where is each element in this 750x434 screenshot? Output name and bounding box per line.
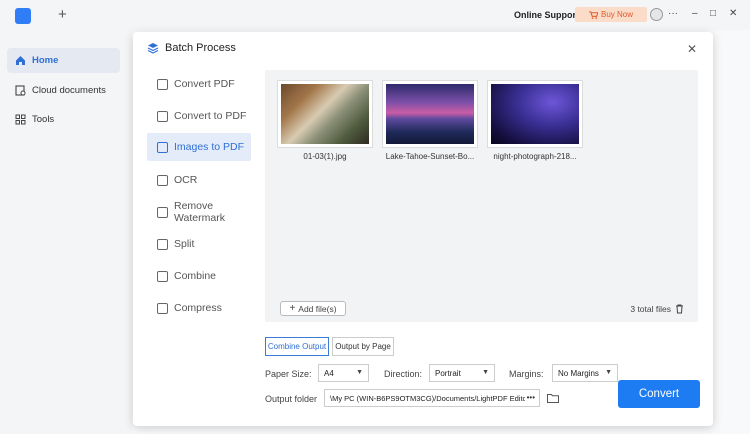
margins-label: Margins: <box>509 369 544 379</box>
output-folder-input[interactable]: \My PC (WIN-B6PS9OTM3CG)/Documents/Light… <box>324 389 540 407</box>
margins-select[interactable]: No Margins ▼ <box>552 364 618 382</box>
sidebar-item-label: Home <box>32 55 59 66</box>
file-name: 01-03(1).jpg <box>303 152 347 161</box>
add-files-label: Add file(s) <box>298 303 337 314</box>
image-preview <box>386 84 474 144</box>
file-thumbnail[interactable] <box>382 80 478 148</box>
folder-icon[interactable] <box>547 393 559 403</box>
dialog-title: Batch Process <box>165 42 236 54</box>
paper-size-label: Paper Size: <box>265 369 312 379</box>
sidebar: Home Cloud documents Tools <box>0 30 130 434</box>
menu-item-label: Split <box>174 238 195 250</box>
plus-icon: + <box>289 303 296 314</box>
compress-icon <box>157 302 168 314</box>
direction-value: Portrait <box>435 368 461 378</box>
layers-icon <box>147 43 159 54</box>
menu-item-label: Remove Watermark <box>174 200 225 224</box>
minimize-button[interactable]: – <box>692 7 698 21</box>
file-name: Lake-Tahoe-Sunset-Bo... <box>385 152 475 161</box>
output-folder-value: \My PC (WIN-B6PS9OTM3CG)/Documents/Light… <box>330 393 530 403</box>
file-name: night-photograph-218... <box>493 152 577 161</box>
tab-combine-output[interactable]: Combine Output <box>265 337 329 356</box>
app-logo-icon <box>15 8 31 24</box>
chevron-down-icon: ▼ <box>605 369 612 376</box>
convert-button[interactable]: Convert <box>618 380 700 408</box>
menu-item-convert-to-pdf[interactable]: Convert to PDF <box>147 102 251 130</box>
menu-item-compress[interactable]: Compress <box>147 294 251 322</box>
online-support-link[interactable]: Online Support <box>514 10 579 20</box>
menu-item-combine[interactable]: Combine <box>147 262 251 290</box>
more-menu-button[interactable]: ··· <box>668 7 678 21</box>
total-files-label: 3 total files <box>630 304 671 314</box>
avatar[interactable] <box>650 8 663 21</box>
total-files: 3 total files <box>630 304 684 314</box>
menu-item-images-to-pdf[interactable]: Images to PDF <box>147 133 251 161</box>
tab-output-by-page[interactable]: Output by Page <box>332 337 394 356</box>
sidebar-item-tools[interactable]: Tools <box>7 107 120 132</box>
buy-now-label: Buy Now <box>600 10 633 19</box>
menu-item-remove-watermark[interactable]: Remove Watermark <box>147 196 251 228</box>
dialog-close-button[interactable]: ✕ <box>687 42 697 56</box>
close-window-button[interactable]: ✕ <box>729 7 737 21</box>
convert-pdf-icon <box>157 78 168 90</box>
menu-item-label: Convert to PDF <box>174 110 247 122</box>
paper-size-value: A4 <box>324 368 334 378</box>
menu-item-label: OCR <box>174 174 198 186</box>
margins-value: No Margins <box>558 368 599 378</box>
browse-more-button[interactable]: ••• <box>524 393 535 402</box>
cart-icon <box>589 10 598 19</box>
file-thumbnail[interactable] <box>277 80 373 148</box>
chevron-down-icon: ▼ <box>482 369 489 376</box>
combine-icon <box>157 270 168 282</box>
convert-to-pdf-icon <box>157 110 168 122</box>
dialog-header: Batch Process <box>147 42 236 54</box>
menu-item-label: Combine <box>174 270 217 282</box>
menu-item-label: Compress <box>174 302 222 314</box>
file-thumbnail[interactable] <box>487 80 583 148</box>
new-tab-button[interactable]: + <box>58 7 67 23</box>
file-drop-area[interactable]: 01-03(1).jpg Lake-Tahoe-Sunset-Bo... nig… <box>265 70 698 322</box>
home-icon <box>15 55 26 66</box>
title-bar: + Online Support Buy Now ··· – □ ✕ <box>0 0 750 30</box>
maximize-button[interactable]: □ <box>710 7 716 21</box>
chevron-down-icon: ▼ <box>356 369 363 376</box>
menu-item-label: Images to PDF <box>174 141 245 153</box>
buy-now-button[interactable]: Buy Now <box>575 7 647 22</box>
sidebar-item-label: Tools <box>32 114 55 125</box>
remove-watermark-icon <box>157 206 168 218</box>
cloud-doc-icon <box>15 85 26 96</box>
batch-process-dialog: Batch Process ✕ Convert PDF Convert to P… <box>133 32 713 426</box>
menu-item-split[interactable]: Split <box>147 230 251 258</box>
image-preview <box>281 84 369 144</box>
add-files-button[interactable]: + Add file(s) <box>280 301 346 316</box>
direction-label: Direction: <box>384 369 423 379</box>
menu-item-ocr[interactable]: OCR <box>147 166 251 194</box>
images-to-pdf-icon <box>157 141 168 153</box>
sidebar-item-home[interactable]: Home <box>7 48 120 73</box>
split-icon <box>157 238 168 250</box>
sidebar-item-label: Cloud documents <box>32 85 106 96</box>
trash-icon[interactable] <box>675 304 684 314</box>
ocr-icon <box>157 174 168 186</box>
paper-size-select[interactable]: A4 ▼ <box>318 364 369 382</box>
menu-item-label: Convert PDF <box>174 78 235 90</box>
image-preview <box>491 84 579 144</box>
tools-icon <box>15 114 26 125</box>
output-folder-label: Output folder <box>265 394 318 404</box>
menu-item-convert-pdf[interactable]: Convert PDF <box>147 70 251 98</box>
sidebar-item-cloud-documents[interactable]: Cloud documents <box>7 78 120 103</box>
direction-select[interactable]: Portrait ▼ <box>429 364 495 382</box>
